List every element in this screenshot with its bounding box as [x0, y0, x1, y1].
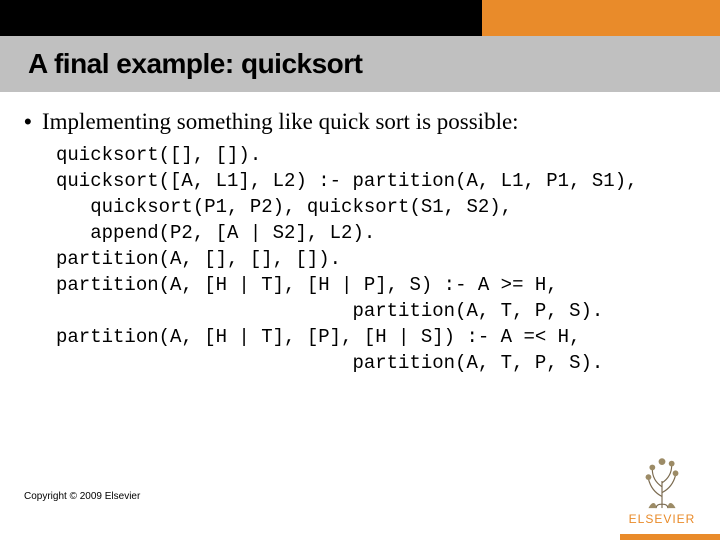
- copyright-text: Copyright © 2009 Elsevier: [24, 491, 140, 502]
- footer-orange-bar: [620, 534, 720, 540]
- bullet-row: • Implementing something like quick sort…: [24, 108, 696, 136]
- slide-body: • Implementing something like quick sort…: [24, 108, 696, 376]
- slide-title: A final example: quicksort: [28, 48, 363, 80]
- bullet-marker: •: [24, 108, 42, 136]
- title-band: A final example: quicksort: [0, 36, 720, 92]
- publisher-logo: ELSEVIER: [622, 452, 702, 526]
- logo-wordmark: ELSEVIER: [622, 512, 702, 526]
- bullet-text: Implementing something like quick sort i…: [42, 108, 519, 136]
- tree-icon: [633, 452, 691, 510]
- header-orange-block: [482, 0, 720, 36]
- code-block: quicksort([], []). quicksort([A, L1], L2…: [56, 142, 696, 376]
- slide: A final example: quicksort • Implementin…: [0, 0, 720, 540]
